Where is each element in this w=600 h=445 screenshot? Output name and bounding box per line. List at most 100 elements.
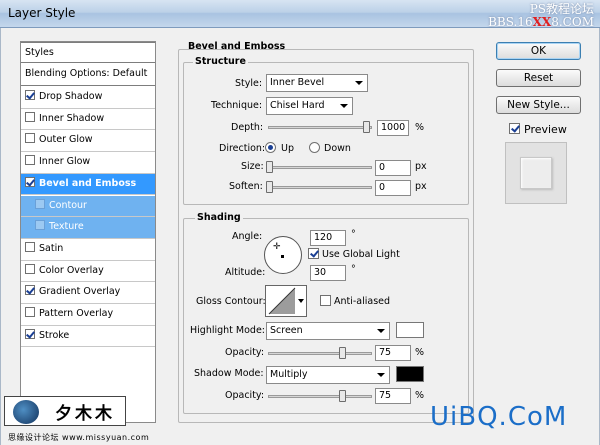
- size-input[interactable]: 0: [375, 160, 411, 176]
- style-item-pattern-overlay[interactable]: Pattern Overlay: [21, 304, 155, 326]
- depth-input[interactable]: 1000: [377, 120, 409, 136]
- shadow-mode-label: Shadow Mode:: [194, 368, 264, 379]
- depth-slider-track[interactable]: [268, 126, 372, 129]
- style-item-checkbox[interactable]: [25, 285, 35, 296]
- depth-slider-thumb[interactable]: [363, 121, 370, 133]
- altitude-input[interactable]: 30: [310, 265, 346, 281]
- size-slider-thumb[interactable]: [266, 161, 273, 173]
- style-select[interactable]: Inner Bevel: [266, 74, 368, 92]
- style-item-checkbox[interactable]: [25, 111, 35, 122]
- gloss-contour-label: Gloss Contour:: [196, 296, 266, 307]
- window-title: Layer Style: [8, 6, 76, 20]
- chevron-down-icon: [355, 81, 363, 85]
- shadow-opacity-input[interactable]: 75: [375, 388, 411, 404]
- logo-text: 夕木木: [55, 404, 115, 424]
- style-item-checkbox[interactable]: [35, 220, 45, 231]
- style-item-checkbox[interactable]: [25, 241, 35, 252]
- style-item-checkbox[interactable]: [25, 263, 35, 274]
- watermark-line2-pre: BBS.16: [488, 15, 533, 29]
- angle-label: Angle:: [232, 231, 263, 242]
- blending-options[interactable]: Blending Options: Default: [21, 64, 155, 86]
- direction-down-radio[interactable]: [309, 142, 320, 153]
- gloss-contour-picker[interactable]: [265, 285, 307, 317]
- anti-aliased-label[interactable]: Anti-aliased: [334, 296, 390, 307]
- style-item-outer-glow[interactable]: Outer Glow: [21, 130, 155, 153]
- style-item-checkbox[interactable]: [25, 90, 35, 100]
- style-item-gradient-overlay[interactable]: Gradient Overlay: [21, 282, 155, 304]
- depth-label: Depth:: [231, 122, 264, 133]
- shadow-opacity-label: Opacity:: [225, 390, 265, 401]
- brand-watermark: UiBQ.CoM: [430, 402, 568, 432]
- ok-button[interactable]: OK: [496, 42, 581, 60]
- highlight-opacity-track[interactable]: [268, 352, 372, 355]
- shading-title: Shading: [195, 212, 243, 223]
- bottom-watermark: 思缘设计论坛 www.missyuan.com: [8, 433, 150, 442]
- style-item-label: Outer Glow: [39, 134, 93, 146]
- style-item-label: Satin: [39, 242, 64, 254]
- technique-select[interactable]: Chisel Hard: [266, 97, 353, 115]
- highlight-opacity-input[interactable]: 75: [375, 345, 411, 361]
- highlight-opacity-unit: %: [415, 347, 425, 358]
- direction-down-label[interactable]: Down: [324, 143, 351, 154]
- shadow-opacity-track[interactable]: [268, 395, 372, 398]
- shadow-mode-select[interactable]: Multiply: [266, 366, 390, 384]
- soften-input[interactable]: 0: [375, 180, 411, 196]
- style-item-bevel-and-emboss[interactable]: Bevel and Emboss: [21, 173, 155, 196]
- style-item-color-overlay[interactable]: Color Overlay: [21, 261, 155, 283]
- preview-label[interactable]: Preview: [524, 123, 567, 136]
- soften-slider-track[interactable]: [268, 186, 372, 189]
- style-item-label: Drop Shadow: [39, 91, 103, 102]
- soften-slider-thumb[interactable]: [266, 181, 273, 193]
- angle-dial[interactable]: ✛: [264, 236, 302, 274]
- global-light-label[interactable]: Use Global Light: [322, 249, 400, 260]
- style-item-label: Bevel and Emboss: [39, 177, 137, 189]
- style-item-inner-shadow[interactable]: Inner Shadow: [21, 109, 155, 131]
- style-item-checkbox[interactable]: [35, 198, 45, 209]
- style-item-contour[interactable]: Contour: [21, 195, 155, 218]
- highlight-opacity-thumb[interactable]: [339, 347, 346, 359]
- style-item-checkbox[interactable]: [25, 155, 35, 166]
- styles-header[interactable]: Styles: [21, 42, 155, 63]
- style-item-inner-glow[interactable]: Inner Glow: [21, 152, 155, 174]
- preview-swatch: [520, 157, 552, 189]
- new-style-button[interactable]: New Style...: [496, 96, 581, 114]
- style-item-drop-shadow[interactable]: Drop Shadow: [21, 87, 155, 109]
- shadow-mode-value: Multiply: [270, 369, 308, 380]
- highlight-color-swatch[interactable]: [396, 322, 424, 338]
- reset-button[interactable]: Reset: [496, 69, 581, 87]
- style-select-value: Inner Bevel: [270, 77, 325, 88]
- global-light-checkbox[interactable]: [308, 248, 319, 259]
- altitude-label: Altitude:: [225, 267, 266, 278]
- direction-up-radio[interactable]: [265, 142, 276, 153]
- anti-aliased-checkbox[interactable]: [320, 295, 331, 306]
- style-item-label: Texture: [49, 221, 84, 233]
- shadow-opacity-thumb[interactable]: [339, 390, 346, 402]
- style-item-satin[interactable]: Satin: [21, 239, 155, 261]
- size-slider-track[interactable]: [268, 166, 372, 169]
- style-item-checkbox[interactable]: [25, 307, 35, 317]
- title-bar: Layer Style PS教程论坛 BBS.16XX8.COM: [0, 0, 600, 29]
- style-item-label: Gradient Overlay: [39, 286, 121, 298]
- style-item-label: Color Overlay: [39, 264, 104, 276]
- technique-label: Technique:: [211, 100, 263, 111]
- preview-checkbox[interactable]: [509, 123, 520, 134]
- highlight-mode-select[interactable]: Screen: [266, 322, 390, 340]
- site-logo: 夕木木: [4, 396, 126, 426]
- technique-select-value: Chisel Hard: [270, 100, 325, 111]
- shading-frame: [183, 218, 469, 414]
- style-item-texture[interactable]: Texture: [21, 217, 155, 239]
- shadow-color-swatch[interactable]: [396, 366, 424, 382]
- direction-up-label[interactable]: Up: [281, 143, 294, 154]
- style-item-checkbox[interactable]: [25, 328, 35, 339]
- styles-list: Styles Blending Options: Default Drop Sh…: [20, 41, 156, 423]
- angle-input[interactable]: 120: [310, 230, 346, 246]
- style-item-checkbox[interactable]: [25, 133, 35, 144]
- style-preview: [505, 142, 567, 204]
- chevron-down-icon: [377, 329, 385, 333]
- style-item-label: Contour: [49, 199, 87, 211]
- watermark-top: PS教程论坛 BBS.16XX8.COM: [488, 3, 594, 29]
- crosshair-icon: ✛: [273, 242, 281, 252]
- style-item-checkbox[interactable]: [25, 176, 35, 187]
- style-item-stroke[interactable]: Stroke: [21, 326, 155, 348]
- altitude-unit: °: [351, 264, 356, 275]
